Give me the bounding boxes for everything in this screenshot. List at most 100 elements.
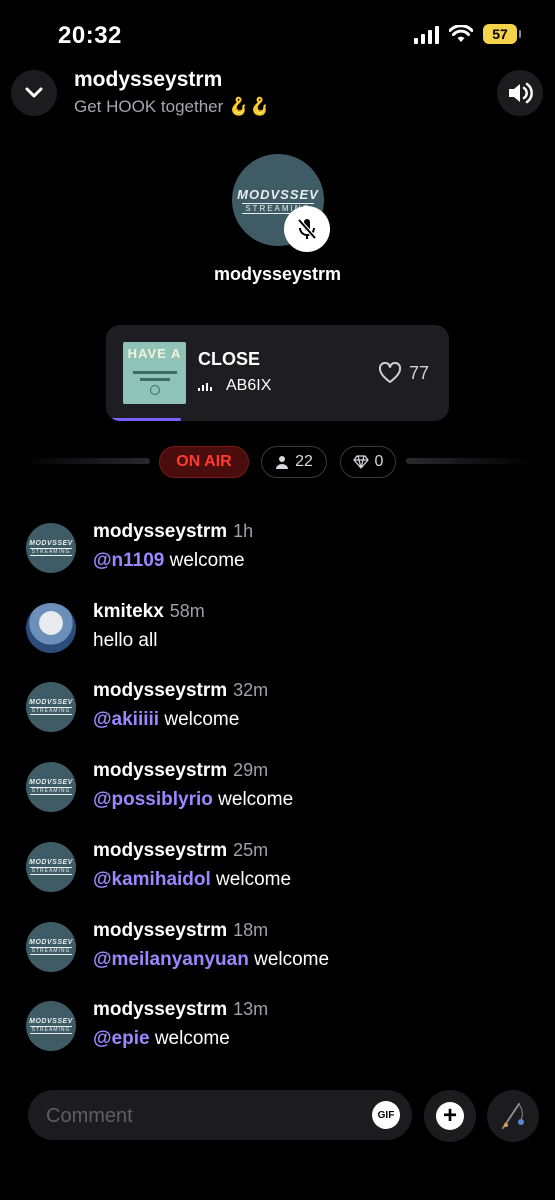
chat-message: MODVSSEV STREAMING modysseystrm 29m @possibl… [0,760,555,842]
signal-icon [414,24,439,44]
chat-message: MODVSSEV STREAMING modysseystrm 1h @n1109 we… [0,521,555,603]
user-avatar[interactable]: MODVSSEV STREAMING [26,1001,76,1052]
message-author[interactable]: modysseystrm 13m [93,999,268,1021]
chat-message: MODVSSEV STREAMING modysseystrm 25m @kamihai… [0,840,555,922]
message-username: modysseystrm [93,919,228,941]
message-text: welcome [164,550,245,571]
message-username: kmitekx [93,600,164,622]
message-mention[interactable]: @n1109 [93,550,164,571]
message-body: @n1109 welcome [93,550,245,572]
user-avatar[interactable] [26,602,76,653]
message-author[interactable]: modysseystrm 18m [93,920,268,942]
message-username: modysseystrm [93,760,228,782]
message-body: hello all [93,630,157,652]
message-text: welcome [149,1028,230,1050]
song-artist: AB6IX [226,377,272,394]
chat-message: MODVSSEV STREAMING modysseystrm 18m @meilany… [0,920,555,1002]
person-icon [276,456,289,469]
avatar-logo-subtext: STREAMING [29,1026,73,1035]
listener-count: 22 [295,453,313,470]
song-progress-bar [112,418,181,421]
on-air-badge: ON AIR [159,446,249,478]
message-mention[interactable]: @meilanyanyuan [93,949,249,970]
host-logo-text: MODVSSEV [237,186,319,202]
comment-box[interactable]: GIF [28,1090,412,1142]
message-text: welcome [248,948,330,970]
message-mention[interactable]: @akiiiii [93,709,159,730]
message-author[interactable]: modysseystrm 32m [93,680,268,702]
battery-indicator: 57 [483,24,521,44]
add-button[interactable]: + [424,1090,476,1142]
mic-muted-badge [284,206,330,252]
song-title: CLOSE [198,349,261,369]
minimize-button[interactable] [11,70,57,116]
avatar-logo-subtext: STREAMING [29,707,73,716]
like-button[interactable]: 77 [378,362,429,384]
sound-button[interactable] [497,70,543,116]
listener-count-badge[interactable]: 22 [261,446,327,478]
avatar-logo-text: MODVSSEV [29,540,73,547]
heart-icon [378,362,402,383]
message-time: 18m [233,919,269,940]
comment-input[interactable] [44,1090,368,1142]
message-body: @meilanyanyuan welcome [93,949,329,971]
message-time: 32m [233,680,269,701]
message-time: 58m [169,600,205,621]
message-username: modysseystrm [93,680,228,702]
chat-message: MODVSSEV STREAMING modysseystrm 13m @epie we… [0,999,555,1081]
divider-right [406,458,533,464]
message-body: @possiblyrio welcome [93,789,293,811]
avatar-logo-subtext: STREAMING [29,946,73,955]
room-subtitle: Get HOOK together 🪝🪝 [74,97,271,116]
message-text: hello all [93,629,158,651]
message-mention[interactable]: @kamihaidol [93,869,211,890]
now-playing-card[interactable]: HAVE A CLOSE AB6IX 77 [106,325,449,421]
user-avatar[interactable]: MODVSSEV STREAMING [26,523,76,573]
user-avatar[interactable]: MODVSSEV STREAMING [26,921,76,972]
avatar-logo-text: MODVSSEV [29,858,73,866]
divider-left [22,458,150,464]
message-username: modysseystrm [93,839,228,861]
gem-count-badge[interactable]: 0 [340,446,396,478]
message-author[interactable]: modysseystrm 25m [93,840,268,862]
wifi-icon [449,25,473,42]
message-username: modysseystrm [93,999,228,1021]
message-body: @kamihaidol welcome [93,869,291,891]
status-icons: 57 [414,24,521,44]
request-mic-button[interactable] [487,1090,539,1142]
mic-off-icon [297,218,317,240]
album-cover-text: HAVE A [127,346,182,361]
chat-message: kmitekx 58m hello all [0,601,555,683]
fishing-rod-icon [502,1103,524,1129]
album-cover: HAVE A [123,342,186,404]
user-avatar[interactable]: MODVSSEV STREAMING [26,682,76,733]
message-body: @epie welcome [93,1028,230,1050]
status-time: 20:32 [58,22,122,49]
avatar-logo-subtext: STREAMING [29,548,73,556]
equalizer-icon [198,381,212,391]
gif-button[interactable]: GIF [372,1101,400,1129]
avatar-logo-subtext: STREAMING [29,866,73,875]
avatar-logo-text: MODVSSEV [29,1018,73,1026]
message-time: 13m [233,999,269,1020]
room-title: modysseystrm [74,68,223,91]
message-time: 25m [233,839,269,860]
message-mention[interactable]: @possiblyrio [93,789,213,810]
message-text: welcome [159,709,240,731]
chat-message: MODVSSEV STREAMING modysseystrm 32m @akiiiii… [0,680,555,762]
message-text: welcome [210,868,292,890]
message-text: welcome [212,789,294,811]
message-time: 1h [233,521,254,541]
message-author[interactable]: modysseystrm 29m [93,760,268,782]
message-mention[interactable]: @epie [93,1028,150,1049]
avatar-logo-text: MODVSSEV [29,938,73,946]
message-username: modysseystrm [93,521,228,542]
chevron-down-icon [25,87,43,98]
user-avatar[interactable]: MODVSSEV STREAMING [26,841,76,892]
message-author[interactable]: kmitekx 58m [93,601,205,623]
message-author[interactable]: modysseystrm 1h [93,521,253,543]
message-body: @akiiiii welcome [93,709,239,731]
diamond-icon [352,455,369,469]
gem-count: 0 [374,453,384,470]
user-avatar[interactable]: MODVSSEV STREAMING [26,762,76,813]
